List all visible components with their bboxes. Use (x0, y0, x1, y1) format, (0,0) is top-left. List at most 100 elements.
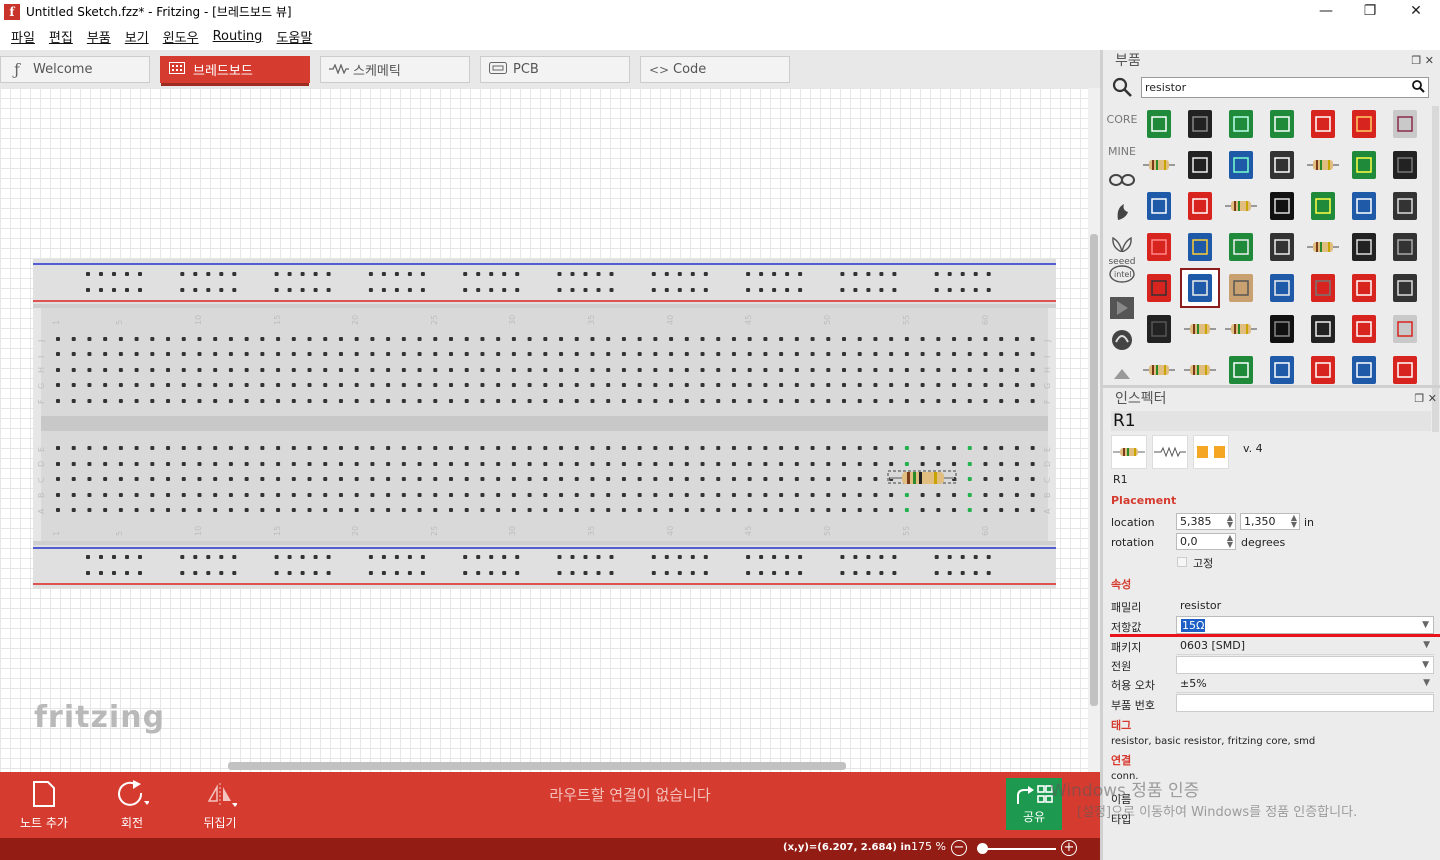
breadboard-hole[interactable] (879, 272, 884, 276)
part-thumbnail[interactable] (1346, 106, 1382, 142)
breadboard-hole[interactable] (557, 571, 562, 575)
temp-bin-icon[interactable] (1105, 328, 1139, 360)
breadboard-hole[interactable] (307, 383, 312, 387)
breadboard-hole[interactable] (677, 555, 682, 559)
breadboard-hole[interactable] (559, 493, 564, 497)
part-thumbnail[interactable] (1182, 147, 1218, 183)
breadboard-hole[interactable] (134, 493, 139, 497)
breadboard-hole[interactable] (433, 383, 438, 387)
breadboard-hole[interactable] (763, 493, 768, 497)
spinner-arrows-icon[interactable]: ▲ ▼ (1291, 514, 1297, 529)
menu-routing[interactable]: Routing (206, 29, 270, 44)
breadboard-hole[interactable] (197, 383, 202, 387)
breadboard-hole[interactable] (920, 352, 925, 356)
breadboard-hole[interactable] (464, 337, 469, 341)
breadboard-hole[interactable] (134, 508, 139, 512)
breadboard-hole[interactable] (56, 493, 60, 497)
breadboard-hole[interactable] (999, 337, 1004, 341)
breadboard-hole[interactable] (952, 368, 957, 372)
breadboard-hole[interactable] (274, 571, 279, 575)
breadboard-hole[interactable] (193, 571, 198, 575)
breadboard-hole[interactable] (197, 337, 202, 341)
breadboard-hole[interactable] (798, 571, 803, 575)
breadboard-hole[interactable] (417, 446, 422, 450)
breadboard-hole[interactable] (323, 383, 328, 387)
breadboard-hole[interactable] (826, 493, 831, 497)
breadboard-hole[interactable] (502, 272, 507, 276)
breadboard-hole[interactable] (857, 399, 862, 403)
bin-intel[interactable]: intel (1105, 264, 1139, 296)
breadboard-hole[interactable] (433, 352, 438, 356)
breadboard-hole[interactable] (1014, 477, 1019, 481)
breadboard-hole[interactable] (150, 383, 155, 387)
breadboard-hole[interactable] (621, 337, 626, 341)
breadboard-hole[interactable] (669, 337, 674, 341)
breadboard-hole[interactable] (904, 446, 909, 450)
breadboard-hole[interactable] (449, 399, 453, 403)
breadboard-hole[interactable] (559, 337, 564, 341)
breadboard-hole[interactable] (338, 462, 343, 466)
breadboard-hole[interactable] (386, 446, 391, 450)
breadboard-hole[interactable] (181, 368, 186, 372)
breadboard-hole[interactable] (103, 508, 108, 512)
breadboard-hole[interactable] (134, 368, 139, 372)
breadboard-hole[interactable] (244, 399, 249, 403)
breadboard-hole[interactable] (87, 477, 92, 481)
breadboard-hole[interactable] (960, 272, 965, 276)
breadboard-hole[interactable] (703, 571, 708, 575)
breadboard-hole[interactable] (394, 272, 399, 276)
breadboard-hole[interactable] (386, 462, 391, 466)
breadboard-hole[interactable] (87, 399, 92, 403)
breadboard-hole[interactable] (420, 555, 425, 559)
breadboard-hole[interactable] (999, 493, 1004, 497)
breadboard-hole[interactable] (794, 462, 799, 466)
breadboard-hole[interactable] (889, 493, 894, 497)
breadboard-hole[interactable] (300, 288, 305, 292)
breadboard-hole[interactable] (480, 446, 485, 450)
breadboard-hole[interactable] (700, 446, 705, 450)
breadboard-hole[interactable] (677, 272, 682, 276)
breadboard-hole[interactable] (590, 508, 595, 512)
breadboard-hole[interactable] (590, 383, 595, 387)
breadboard-hole[interactable] (543, 352, 548, 356)
breadboard-hole[interactable] (889, 337, 894, 341)
breadboard-hole[interactable] (669, 352, 674, 356)
tab-code[interactable]: <> Code (640, 56, 790, 83)
part-thumbnail[interactable] (1141, 188, 1177, 224)
breadboard-hole[interactable] (287, 555, 292, 559)
breadboard-hole[interactable] (181, 462, 186, 466)
breadboard-hole[interactable] (480, 508, 485, 512)
breadboard-hole[interactable] (307, 477, 312, 481)
breadboard-hole[interactable] (417, 368, 422, 372)
breadboard-hole[interactable] (181, 508, 186, 512)
breadboard-hole[interactable] (244, 477, 249, 481)
breadboard-hole[interactable] (747, 508, 752, 512)
breadboard-hole[interactable] (307, 399, 312, 403)
part-thumbnail[interactable] (1264, 106, 1300, 142)
breadboard-hole[interactable] (433, 446, 438, 450)
tolerance-select[interactable]: ±5% ▼ (1176, 675, 1434, 693)
breadboard-hole[interactable] (56, 399, 60, 403)
breadboard-hole[interactable] (669, 446, 674, 450)
breadboard-hole[interactable] (557, 272, 562, 276)
breadboard-hole[interactable] (973, 571, 978, 575)
part-thumbnail[interactable] (1141, 147, 1177, 183)
breadboard-hole[interactable] (1030, 508, 1035, 512)
breadboard-hole[interactable] (999, 462, 1004, 466)
breadboard-hole[interactable] (449, 383, 453, 387)
breadboard-hole[interactable] (690, 571, 695, 575)
breadboard-hole[interactable] (228, 446, 233, 450)
breadboard-hole[interactable] (150, 352, 155, 356)
breadboard-hole[interactable] (276, 352, 281, 356)
breadboard-hole[interactable] (463, 272, 468, 276)
breadboard-hole[interactable] (543, 477, 548, 481)
part-thumbnail[interactable] (1223, 188, 1259, 224)
breadboard-hole[interactable] (934, 555, 939, 559)
tab-schematic[interactable]: 스케메틱 (320, 56, 470, 83)
breadboard-hole[interactable] (952, 352, 957, 356)
breadboard-hole[interactable] (370, 368, 375, 372)
breadboard-hole[interactable] (260, 508, 265, 512)
breadboard-hole[interactable] (181, 383, 186, 387)
breadboard-hole[interactable] (260, 352, 265, 356)
breadboard-hole[interactable] (118, 493, 123, 497)
